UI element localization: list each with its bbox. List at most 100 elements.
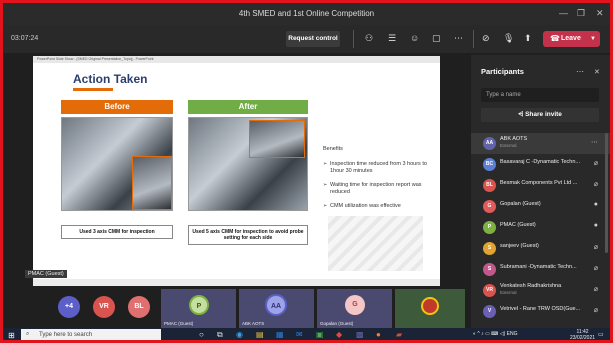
breakout-rooms-icon[interactable]: ▢ [432,33,441,44]
window-title: 4th SMED and 1st Online Competition [238,9,375,18]
mail-icon[interactable]: ✉ [296,330,303,339]
mic-muted-icon: ⌀ [593,307,598,314]
participant-row[interactable]: G Gopalan (Guest) ● [471,196,610,217]
participant-avatar: VR [483,284,496,297]
participants-panel: Participants ⋯ ✕ Type a name ⩤ Share inv… [471,55,610,328]
zoom-icon[interactable]: ◆ [336,330,342,339]
reactions-icon[interactable]: ☺ [410,33,419,43]
participant-avatar-bl[interactable]: BL [128,296,150,318]
edge-icon[interactable]: ◉ [236,330,243,339]
task-view-icon[interactable]: ⧉ [217,330,223,340]
powerpoint-status-bar [33,279,440,286]
more-options-icon[interactable]: ⋯ [576,67,584,76]
panel-scrollbar[interactable] [605,133,608,253]
tile-name: Gopalan (Guest) [320,321,354,326]
taskbar-clock[interactable]: 11:42 23/02/2021 [570,329,596,341]
mic-muted-icon: ⌀ [593,265,598,272]
participant-avatar: AA [483,137,496,150]
overflow-participants-avatar[interactable]: +4 [58,296,80,318]
meeting-timer: 03:07:24 [11,35,39,42]
network-icon[interactable]: ◐ ^ ♪ ▭ ⌨ ◁) [473,331,505,337]
participant-row[interactable]: BL Besmak Components Pvt Ltd ... ⌀ [471,175,610,196]
before-header: Before [61,100,173,114]
before-caption: Used 3 axis CMM for inspection [61,225,173,239]
leave-button[interactable]: ☎ Leave ▼ [543,31,600,47]
participant-name: Subramani -Dynamatic Techn... [500,264,577,270]
minimize-icon[interactable]: — [559,8,568,18]
participant-name: Vetrivel - Rane TRW OSD(Gue... [500,306,581,312]
share-invite-button[interactable]: ⩤ Share invite [481,108,599,122]
participant-name: ABK AOTS [500,136,528,142]
before-column: Before Used 3 axis CMM for inspection [61,100,173,260]
camera-off-icon[interactable]: ⊘ [482,33,490,44]
mic-icon: ● [593,222,598,229]
tile-avatar: AA [265,294,287,316]
participant-search-input[interactable]: Type a name [481,88,599,102]
participant-avatar: S [483,263,496,276]
after-column: After Used 5 axis CMM for inspection to … [188,100,308,260]
chevron-down-icon[interactable]: ▼ [590,31,596,47]
windows-start-icon[interactable]: ⊞ [8,331,15,340]
excel-icon[interactable]: ▣ [316,330,324,339]
participant-subtitle: External [500,143,517,148]
participant-row[interactable]: VR Venkatesh Radhakrishna External ⌀ [471,280,610,301]
participant-strip: +4 VR BL P PMAC (Guest) AA ABK AOTS G Go… [3,289,466,328]
file-explorer-icon[interactable]: ▤ [256,330,264,339]
participant-row[interactable]: AA ABK AOTS External ⋯ [471,133,610,154]
participant-name: Basavaraj C -Dynamatic Techn... [500,159,580,165]
more-actions-icon[interactable]: ⋯ [454,33,463,44]
slide-decoration [328,216,423,271]
chat-icon[interactable]: ☰ [388,33,396,44]
participant-name: sanjeev (Guest) [500,243,539,249]
benefits-title: Benefits [323,146,343,152]
participants-icon[interactable]: ⚇ [365,33,373,44]
powerpoint-icon[interactable]: ▰ [396,330,402,339]
more-options-icon[interactable]: ⋯ [591,138,598,146]
tile-avatar: P [189,295,209,315]
close-icon[interactable]: ✕ [596,8,604,19]
powerpoint-title-bar: PowerPoint Slide Show - [SMED Original P… [33,56,440,63]
taskbar-search-input[interactable]: ⌕ Type here to search [21,329,161,340]
after-caption: Used 5 axis CMM for inspection to avoid … [188,225,308,245]
participant-row[interactable]: P PMAC (Guest) ● [471,217,610,238]
participant-row[interactable]: S sanjeev (Guest) ⌀ [471,238,610,259]
benefits-block: Benefits Inspection time reduced from 3 … [323,146,433,217]
shared-screen: PowerPoint Slide Show - [SMED Original P… [33,56,440,286]
mic-muted-icon: ⌀ [593,160,598,167]
participant-avatar: S [483,242,496,255]
share-tray-icon[interactable]: ⬆ [524,33,532,44]
language-indicator[interactable]: ENG [507,331,518,337]
after-photo [188,117,308,211]
phone-icon: ☎ [550,34,560,43]
participant-avatar-vr[interactable]: VR [93,296,115,318]
participant-row[interactable]: S Subramani -Dynamatic Techn... ⌀ [471,259,610,280]
participant-row[interactable]: V Vetrivel - Rane TRW OSD(Gue... ⌀ [471,301,610,322]
video-tile-abk-aots[interactable]: AA ABK AOTS [239,289,314,328]
mic-icon: ● [593,201,598,208]
teams-window: 4th SMED and 1st Online Competition — ❐ … [0,0,613,343]
participant-avatar: G [483,200,496,213]
participant-name: Besmak Components Pvt Ltd ... [500,180,578,186]
cortana-icon[interactable]: ○ [199,330,204,339]
presentation-slide: Action Taken Before Used 3 axis CMM for … [43,66,433,276]
panel-title: Participants [481,67,524,76]
store-icon[interactable]: ▦ [276,330,284,339]
share-invite-label: Share invite [525,111,562,118]
request-control-button[interactable]: Request control [286,31,340,47]
teams-icon[interactable]: ▩ [356,330,364,339]
video-tile-gopalan[interactable]: G Gopalan (Guest) [317,289,392,328]
video-tile-logo[interactable] [395,289,465,328]
maximize-icon[interactable]: ❐ [577,8,585,19]
mic-off-icon[interactable]: 🎙 [503,33,514,44]
participant-row[interactable]: BC Basavaraj C -Dynamatic Techn... ⌀ [471,154,610,175]
notification-icon[interactable]: ▭ [598,331,604,338]
video-tile-pmac[interactable]: P PMAC (Guest) [161,289,236,328]
participant-avatar: BL [483,179,496,192]
meeting-toolbar: 03:07:24 Request control ⚇ ☰ ☺ ▢ ⋯ ⊘ 🎙 ⬆… [3,25,610,53]
clock-date: 23/02/2021 [570,335,596,341]
tile-name: ABK AOTS [242,321,265,326]
system-tray: ◐ ^ ♪ ▭ ⌨ ◁) ENG [473,331,518,337]
tile-name: PMAC (Guest) [164,321,194,326]
close-icon[interactable]: ✕ [594,68,600,76]
firefox-icon[interactable]: ● [376,330,381,339]
